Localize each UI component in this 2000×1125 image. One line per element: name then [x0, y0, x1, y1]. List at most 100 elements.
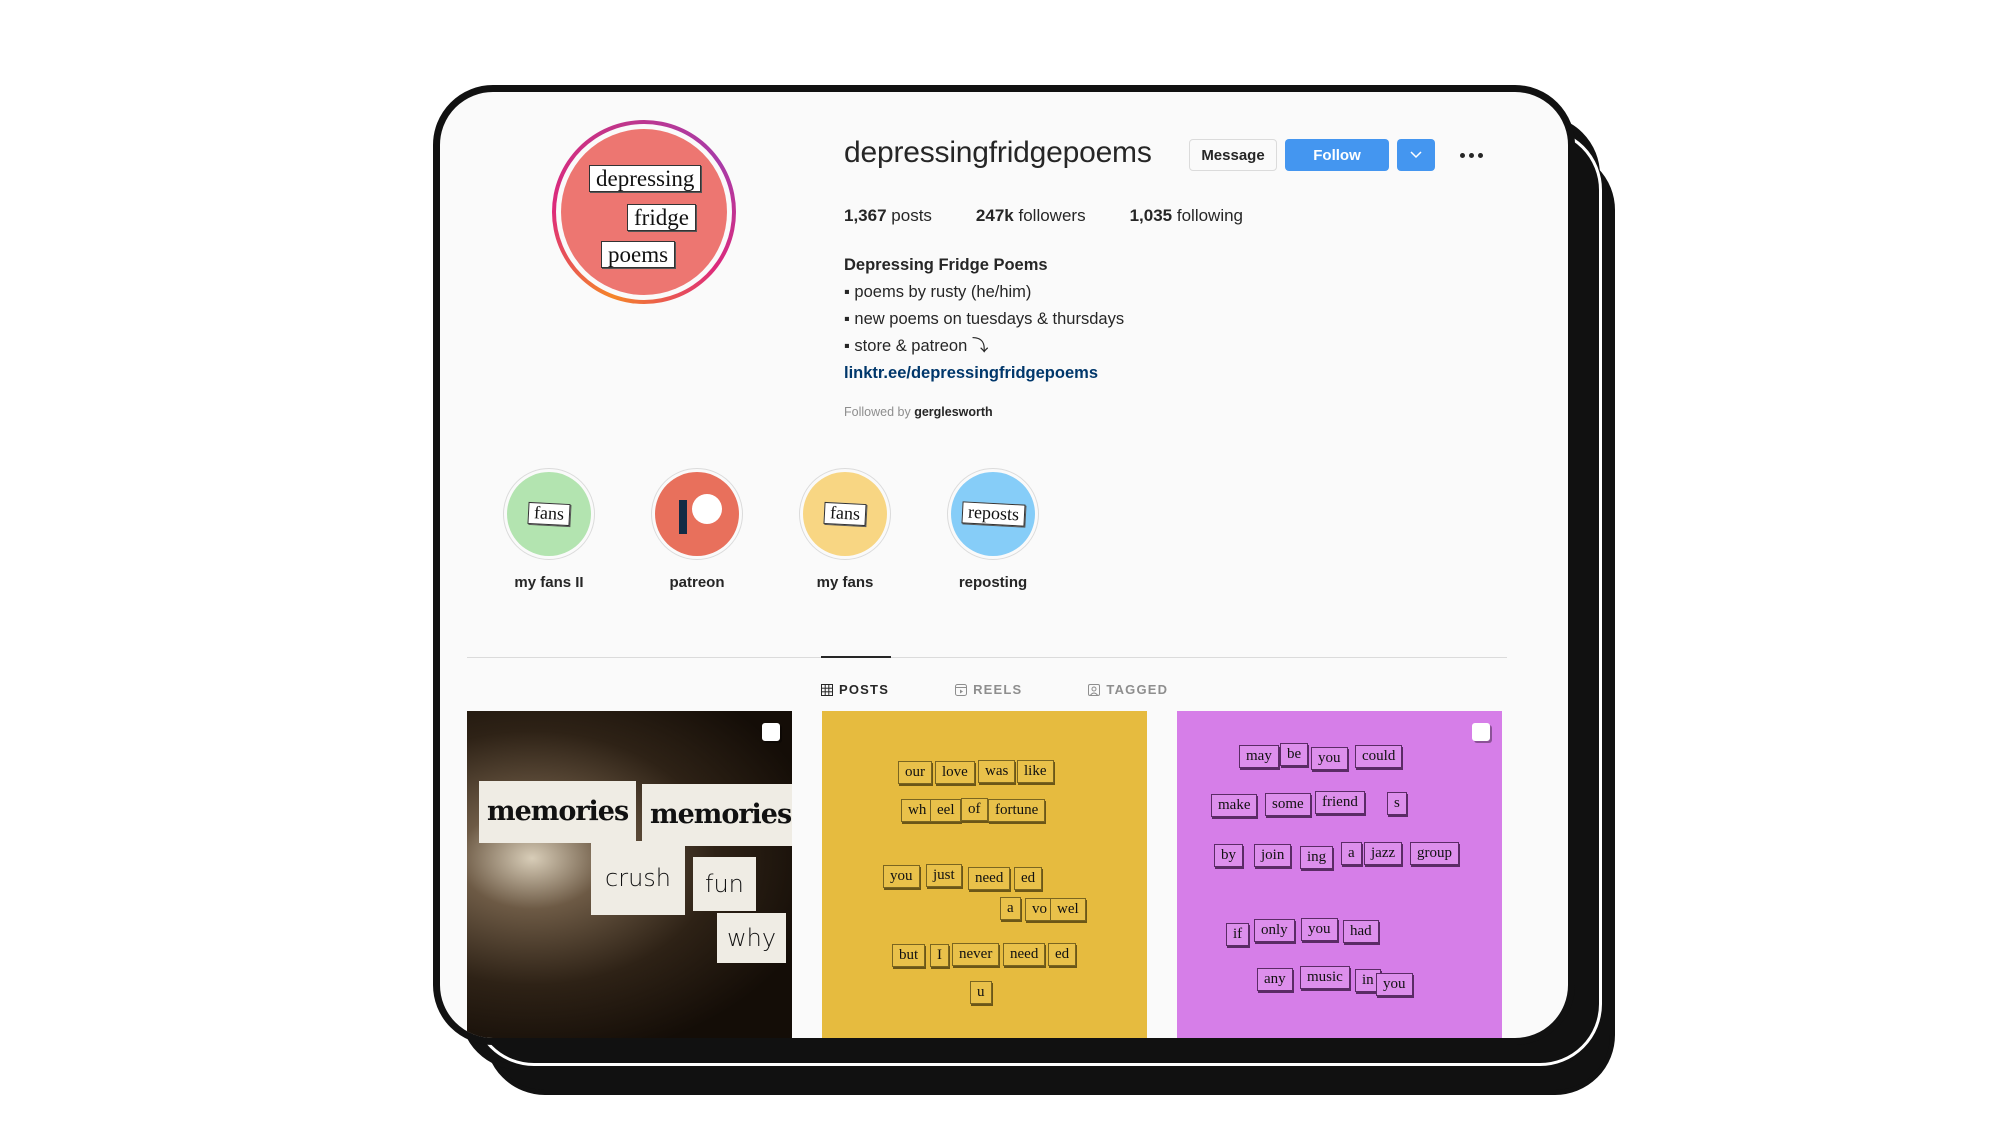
profile-avatar[interactable]: depressing fridge poems [552, 120, 736, 304]
magnet-word: but [892, 944, 926, 967]
message-button[interactable]: Message [1189, 139, 1277, 171]
magnet-word: memories [642, 784, 792, 846]
magnet-word: love [935, 761, 975, 784]
magnet-word: group [1410, 842, 1459, 865]
magnet-word: fortune [988, 799, 1046, 822]
tab-label: TAGGED [1106, 682, 1169, 697]
profile-tabs: POSTS REELS TAGGED [821, 682, 1168, 697]
patreon-logo-icon [655, 472, 739, 556]
device-frame: depressing fridge poems depressingfridge… [433, 85, 1575, 1045]
highlight-ring: reposts [947, 468, 1039, 560]
highlight-my-fans[interactable]: fans my fans [798, 468, 892, 591]
highlight-label: my fans [816, 574, 874, 591]
bio-line: ▪ store & patreon ⤵ [844, 337, 989, 355]
magnet-word: music [1300, 966, 1350, 989]
followers-count: 247k [975, 206, 1014, 225]
profile-bio: Depressing Fridge Poems ▪ poems by rusty… [844, 252, 1124, 387]
highlight-patreon[interactable]: patreon [650, 468, 744, 591]
magnet-word: need [968, 867, 1011, 890]
more-dot-icon [1468, 152, 1474, 158]
magnet-word: s [1387, 792, 1407, 815]
tabs-divider [467, 657, 1507, 658]
bio-name: Depressing Fridge Poems [844, 256, 1048, 274]
bio-line: ▪ new poems on tuesdays & thursdays [844, 310, 1125, 328]
magnet-word: why [717, 913, 787, 963]
multiple-photos-icon [1472, 723, 1490, 741]
highlight-cover: fans [507, 472, 591, 556]
following-label: following [1176, 206, 1244, 225]
post-thumbnail[interactable]: may be you could make some friend s by j… [1177, 711, 1502, 1038]
highlight-my-fans-ii[interactable]: fans my fans II [502, 468, 596, 591]
magnet-word: you [1301, 918, 1338, 941]
highlight-cover: reposts [951, 472, 1035, 556]
magnet-word: you [1376, 973, 1413, 996]
avatar-ring-gap: depressing fridge poems [556, 124, 732, 300]
follow-button[interactable]: Follow [1285, 139, 1389, 171]
tab-label: POSTS [839, 682, 890, 697]
grid-icon [821, 683, 833, 696]
post-thumbnail[interactable]: our love was like wh eel of fortune you … [822, 711, 1147, 1038]
avatar-word: fridge [627, 204, 696, 232]
highlight-word: reposts [960, 501, 1026, 527]
active-tab-indicator [821, 656, 891, 658]
magnet-word: friend [1315, 791, 1365, 814]
story-highlights: fans my fans II patreon fans my fans rep… [502, 468, 1040, 591]
bio-line: ▪ poems by rusty (he/him) [844, 283, 1032, 301]
bio-link[interactable]: linktr.ee/depressingfridgepoems [844, 360, 1124, 387]
following-count: 1,035 [1129, 206, 1173, 225]
highlight-reposting[interactable]: reposts reposting [946, 468, 1040, 591]
suggested-dropdown-button[interactable] [1397, 139, 1435, 171]
avatar-word: depressing [589, 165, 702, 193]
magnet-word: wh [901, 799, 934, 822]
following-stat[interactable]: 1,035 following [1130, 206, 1243, 226]
magnet-word: if [1226, 923, 1250, 946]
magnet-word: be [1280, 743, 1309, 766]
magnet-word: a [1341, 842, 1362, 865]
magnet-word: any [1257, 968, 1293, 991]
highlight-label: my fans II [514, 574, 584, 591]
magnet-word: by [1214, 844, 1243, 867]
magnet-word: you [1311, 747, 1348, 770]
magnet-word: was [978, 760, 1016, 783]
magnet-word: eel [930, 799, 962, 822]
magnet-word: never [952, 943, 1000, 966]
followers-stat[interactable]: 247k followers [976, 206, 1086, 226]
magnet-word: had [1343, 920, 1379, 943]
magnet-word: memories [479, 781, 637, 843]
followed-by-user[interactable]: gerglesworth [914, 405, 993, 419]
tab-tagged[interactable]: TAGGED [1088, 682, 1168, 697]
chevron-down-icon [1410, 151, 1422, 159]
magnet-word: only [1254, 919, 1295, 942]
more-options-button[interactable] [1454, 142, 1488, 168]
highlight-word: fans [823, 502, 867, 526]
more-dot-icon [1459, 152, 1465, 158]
avatar-image: depressing fridge poems [561, 129, 727, 295]
patreon-bar-shape [679, 500, 687, 534]
avatar-word: poems [601, 241, 676, 269]
highlight-label: patreon [669, 574, 725, 591]
magnet-word: crush [591, 841, 685, 915]
tagged-icon [1088, 683, 1101, 696]
magnet-word: some [1265, 793, 1311, 816]
profile-username: depressingfridgepoems [844, 136, 1152, 169]
magnet-word: jazz [1364, 842, 1403, 865]
highlight-label: reposting [958, 574, 1028, 591]
magnet-word: wel [1050, 898, 1086, 921]
magnet-word: ed [1014, 867, 1043, 890]
posts-count: 1,367 [844, 206, 887, 225]
magnet-word: need [1003, 943, 1046, 966]
reels-icon [955, 683, 968, 696]
posts-label: posts [891, 206, 932, 225]
magnet-word: fun [693, 857, 756, 911]
followed-by-prefix: Followed by [844, 405, 911, 419]
tab-posts[interactable]: POSTS [821, 682, 889, 697]
patreon-circle-shape [692, 494, 722, 524]
tab-reels[interactable]: REELS [955, 682, 1022, 697]
highlight-ring: fans [503, 468, 595, 560]
post-thumbnail[interactable]: memories memories crush fun why [467, 711, 792, 1038]
followed-by: Followed by gerglesworth [844, 405, 993, 419]
multiple-photos-icon [762, 723, 780, 741]
highlight-cover: fans [803, 472, 887, 556]
highlight-word: fans [527, 502, 571, 526]
magnet-word: I [930, 944, 949, 967]
